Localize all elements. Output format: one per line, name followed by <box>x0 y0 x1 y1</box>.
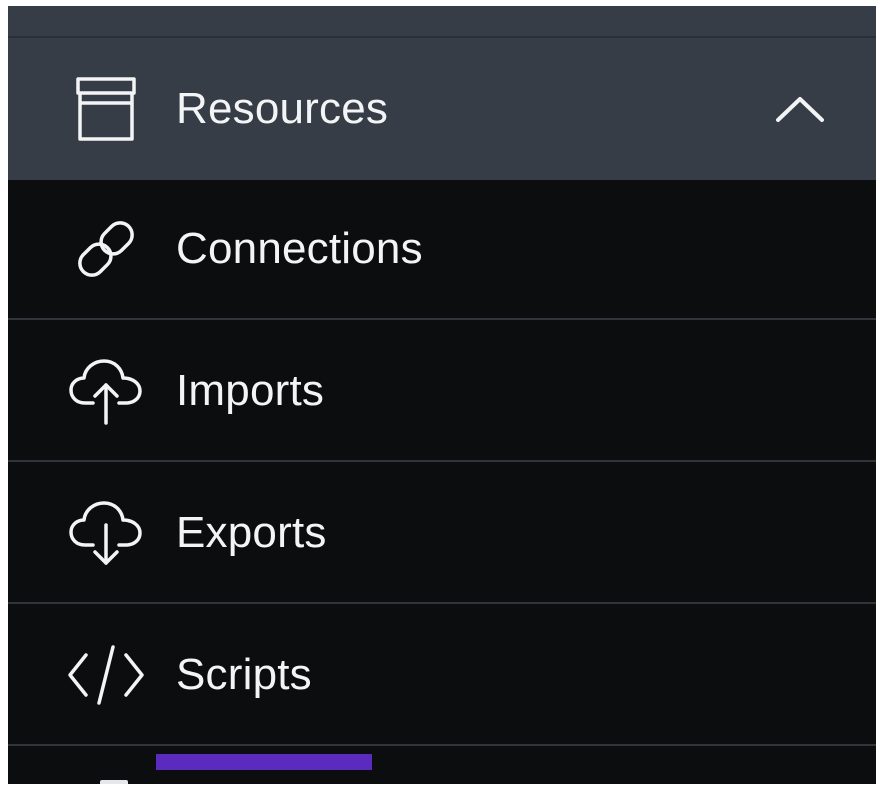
link-icon <box>66 209 146 289</box>
partial-item-icon <box>100 780 128 784</box>
archive-box-icon <box>66 69 146 149</box>
code-icon <box>66 635 146 715</box>
cloud-download-icon <box>66 493 146 573</box>
navigation-menu: Resources Connections Imports Exports Sc… <box>8 6 876 784</box>
section-header-resources[interactable]: Resources <box>8 38 876 180</box>
active-indicator-bar <box>156 754 372 770</box>
menu-item-label: Connections <box>176 224 423 273</box>
menu-item-exports[interactable]: Exports <box>8 464 876 604</box>
cloud-upload-icon <box>66 351 146 431</box>
menu-item-scripts[interactable]: Scripts <box>8 606 876 746</box>
menu-item-label: Imports <box>176 366 325 415</box>
next-menu-item-partial <box>8 748 876 784</box>
menu-item-label: Exports <box>176 508 327 557</box>
menu-item-label: Scripts <box>176 650 312 699</box>
menu-item-imports[interactable]: Imports <box>8 322 876 462</box>
menu-top-strip <box>8 6 876 38</box>
menu-item-connections[interactable]: Connections <box>8 180 876 320</box>
chevron-up-icon[interactable] <box>770 89 830 129</box>
section-title: Resources <box>176 84 389 133</box>
